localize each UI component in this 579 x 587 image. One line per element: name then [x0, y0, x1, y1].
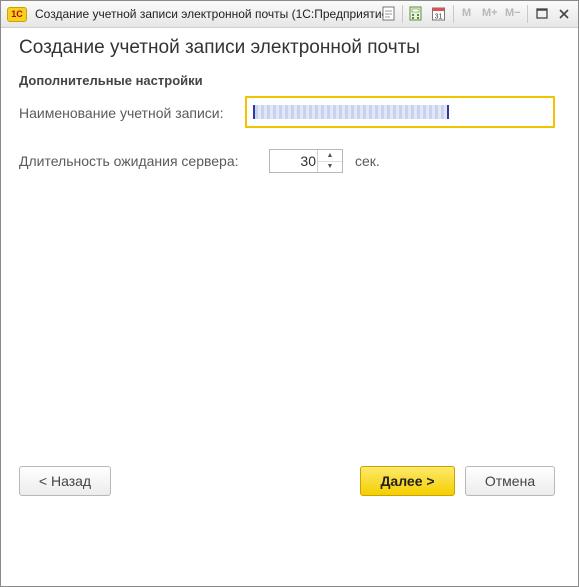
timeout-value: 30 — [300, 153, 316, 169]
toolbar-separator — [453, 5, 454, 23]
timeout-stepper[interactable]: 30 ▲ ▼ — [269, 149, 343, 173]
maximize-icon[interactable] — [534, 6, 550, 22]
app-logo-icon: 1С — [7, 7, 27, 22]
timeout-unit: сек. — [355, 153, 380, 169]
calendar-icon[interactable]: 31 — [431, 6, 446, 21]
toolbar-separator — [527, 5, 528, 23]
title-bar: 1С Создание учетной записи электронной п… — [1, 1, 578, 28]
back-button[interactable]: < Назад — [19, 466, 111, 496]
next-button[interactable]: Далее > — [360, 466, 455, 496]
memory-plus-button[interactable]: M+ — [482, 7, 498, 19]
account-name-label: Наименование учетной записи: — [19, 105, 224, 121]
calculator-icon[interactable] — [408, 6, 423, 21]
account-name-value — [253, 105, 449, 119]
cancel-button[interactable]: Отмена — [465, 466, 555, 496]
memory-m-button[interactable]: M — [462, 7, 471, 19]
section-title: Дополнительные настройки — [19, 73, 203, 88]
print-icon[interactable] — [381, 6, 396, 21]
page-title: Создание учетной записи электронной почт… — [19, 37, 420, 58]
calendar-day-label: 31 — [435, 14, 443, 21]
toolbar-separator — [402, 5, 403, 23]
account-name-input[interactable] — [245, 96, 555, 128]
dialog-window: 1С Создание учетной записи электронной п… — [0, 0, 579, 587]
close-icon[interactable] — [556, 6, 572, 22]
stepper-down-icon[interactable]: ▼ — [318, 161, 342, 172]
stepper-buttons: ▲ ▼ — [317, 150, 342, 172]
timeout-label: Длительность ожидания сервера: — [19, 153, 239, 169]
window-title: Создание учетной записи электронной почт… — [35, 7, 393, 21]
memory-minus-button[interactable]: M− — [505, 7, 521, 19]
